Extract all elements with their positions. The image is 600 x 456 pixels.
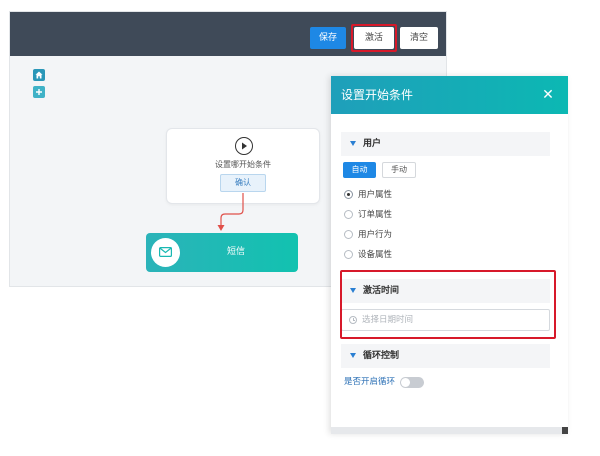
activate-time-highlight-box	[340, 270, 556, 339]
start-condition-panel: 设置开始条件 ✕ 用户 自动 手动 用户属性 订单属性 用户行为 设备属性 激活…	[331, 76, 568, 434]
radio-button[interactable]	[344, 250, 353, 259]
mode-manual-button[interactable]: 手动	[382, 162, 416, 178]
radio-button[interactable]	[344, 190, 353, 199]
loop-toggle-switch[interactable]	[400, 377, 424, 388]
user-section-header[interactable]: 用户	[341, 132, 550, 156]
loop-toggle-label: 是否开启循环	[344, 377, 396, 387]
panel-title: 设置开始条件	[341, 88, 414, 102]
radio-label: 用户属性	[358, 190, 393, 200]
scrollbar-thumb[interactable]	[562, 427, 568, 434]
close-icon[interactable]: ✕	[540, 87, 556, 103]
radio-button[interactable]	[344, 210, 353, 219]
panel-scrollbar[interactable]	[331, 427, 568, 434]
caret-down-icon	[350, 353, 356, 358]
mode-auto-button[interactable]: 自动	[343, 162, 376, 178]
radio-button[interactable]	[344, 230, 353, 239]
loop-control-section-title: 循环控制	[363, 351, 400, 361]
sms-node-label: 短信	[226, 247, 245, 257]
radio-label: 用户行为	[358, 230, 393, 240]
user-section-title: 用户	[363, 139, 382, 149]
caret-down-icon	[350, 141, 356, 146]
radio-label: 设备属性	[358, 250, 393, 260]
panel-header: 设置开始条件 ✕	[331, 76, 568, 114]
sms-icon-circle	[151, 238, 180, 267]
loop-control-section-header[interactable]: 循环控制	[341, 344, 550, 368]
sms-node[interactable]: 短信	[146, 233, 298, 272]
radio-label: 订单属性	[358, 210, 393, 220]
envelope-icon	[159, 247, 172, 257]
